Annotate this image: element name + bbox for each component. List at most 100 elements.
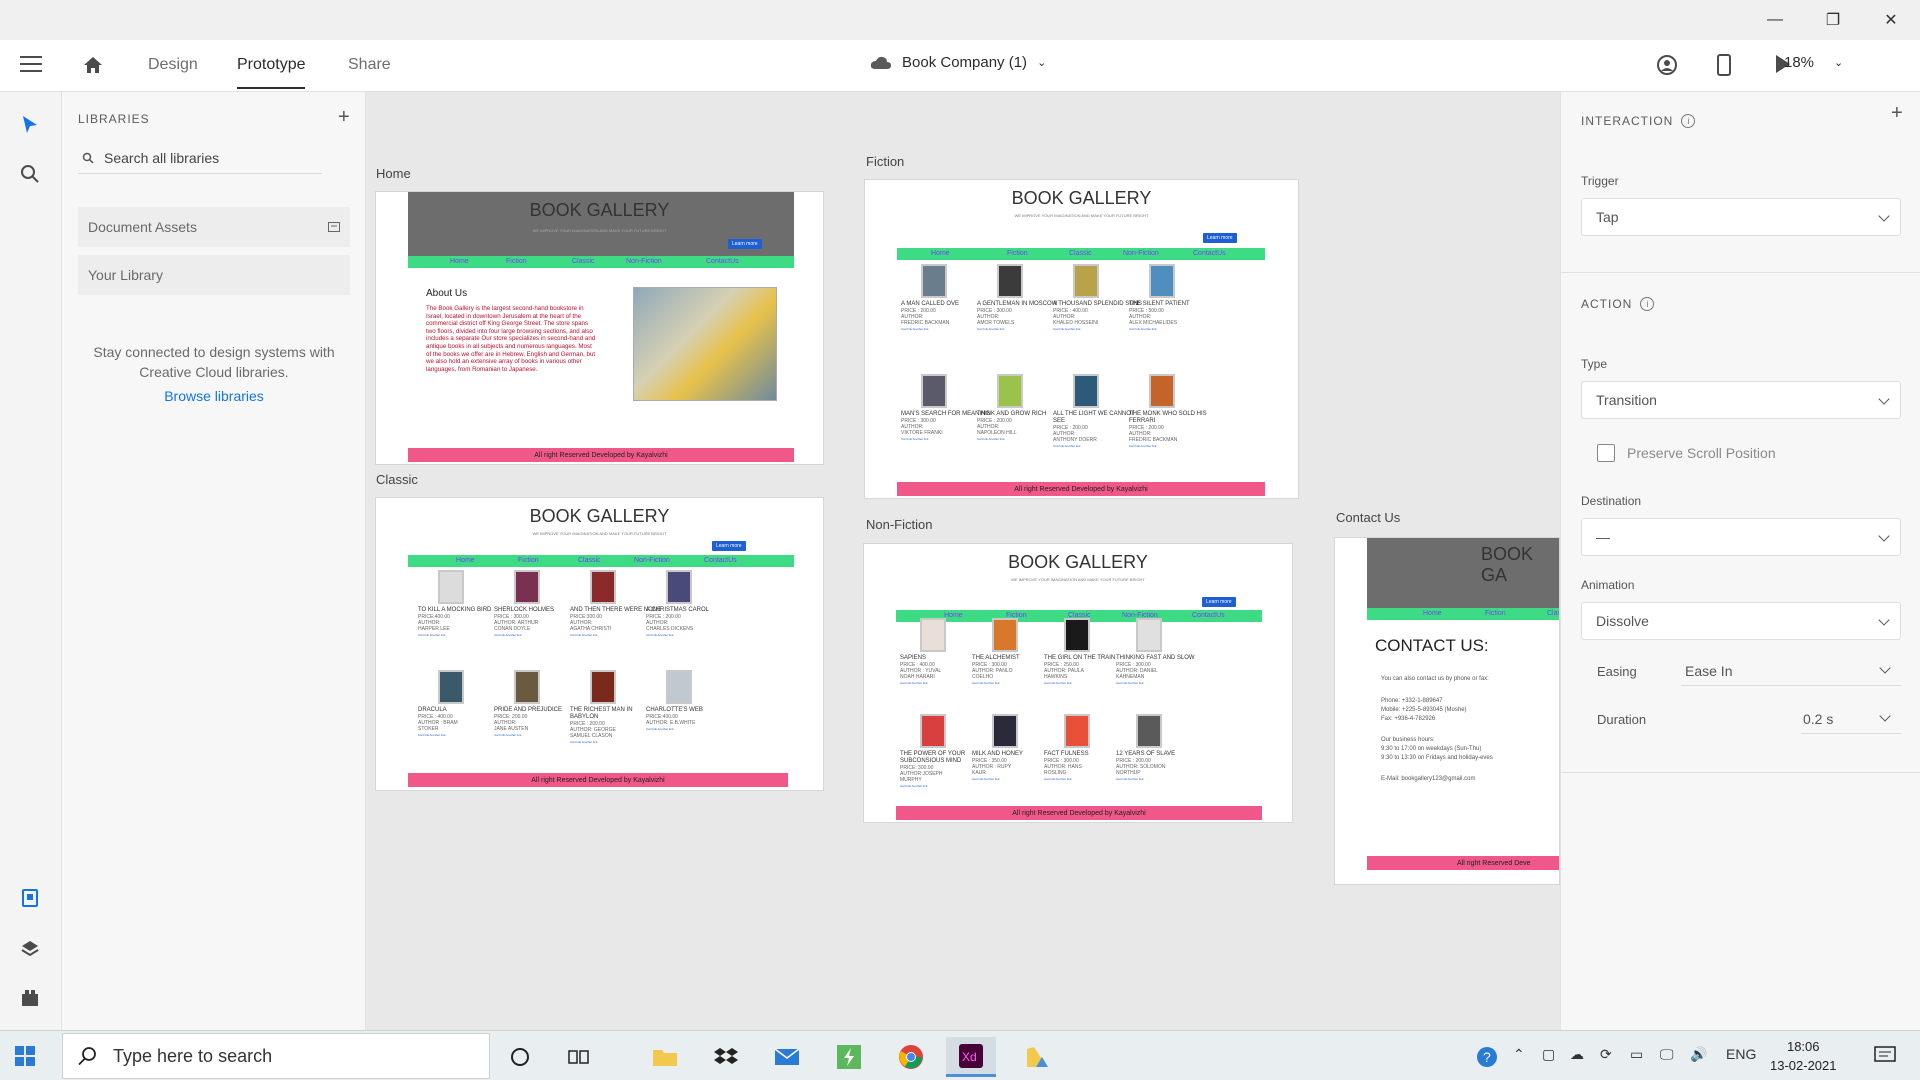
preserve-scroll-checkbox[interactable] — [1597, 444, 1615, 462]
nav-fiction[interactable]: Fiction — [1007, 250, 1028, 257]
home-icon[interactable] — [82, 54, 104, 76]
display-icon[interactable]: 🖵 — [1660, 1046, 1674, 1063]
artboard-fiction[interactable]: BOOK GALLERY WE IMPROVE YOUR IMAGINATION… — [864, 179, 1299, 499]
book-card[interactable]: THE MONK WHO SOLD HIS FERRARI PRICE : 200… — [1129, 374, 1221, 448]
cortana-icon[interactable] — [495, 1037, 545, 1077]
learn-more-button[interactable]: Learn more — [1203, 233, 1237, 243]
notifications-icon[interactable] — [1874, 1046, 1896, 1069]
windows-start-icon[interactable] — [14, 1045, 36, 1067]
adobe-xd-icon[interactable]: Xd — [946, 1037, 996, 1077]
artboard-label-contact[interactable]: Contact Us — [1336, 510, 1400, 525]
nav-home[interactable]: Home — [450, 258, 469, 265]
book-links[interactable]: Cart link Another link — [646, 633, 738, 637]
photos-icon[interactable] — [1012, 1037, 1062, 1077]
tab-design[interactable]: Design — [148, 56, 198, 74]
close-button[interactable]: ✕ — [1862, 0, 1920, 40]
add-interaction-button[interactable]: + — [1891, 102, 1903, 125]
layers-icon[interactable] — [20, 938, 40, 958]
restore-button[interactable]: ❐ — [1804, 0, 1862, 40]
book-links[interactable]: Cart link Another link — [646, 727, 738, 731]
add-library-button[interactable]: + — [338, 106, 350, 129]
minimize-button[interactable]: — — [1746, 0, 1804, 40]
book-card[interactable]: A CHRISTMAS CAROL PRICE : 200.00 AUTHOR: CH… — [646, 570, 738, 637]
book-links[interactable]: Cart link Another link — [1129, 327, 1221, 331]
artboard-home[interactable]: BOOK GALLERY WE IMPROVE YOUR IMAGINATION… — [375, 191, 824, 465]
plugins-icon[interactable] — [20, 988, 40, 1008]
artboard-label-fiction[interactable]: Fiction — [866, 154, 904, 169]
learn-more-button[interactable]: Learn more — [712, 541, 746, 551]
book-links[interactable]: Cart link Another link — [1129, 444, 1221, 448]
chevron-up-icon[interactable]: ⌃ — [1513, 1046, 1525, 1063]
cloud-icon[interactable]: ☁ — [1570, 1046, 1584, 1063]
document-title[interactable]: Book Company (1) ⌄ — [870, 54, 1046, 71]
nav-classic[interactable]: Classic — [572, 258, 595, 265]
artboard-classic[interactable]: BOOK GALLERY WE IMPROVE YOUR IMAGINATION… — [375, 497, 824, 791]
nav-contact[interactable]: ContactUs — [706, 258, 739, 265]
learn-more-button[interactable]: Learn more — [728, 239, 762, 249]
user-share-icon[interactable] — [1656, 54, 1678, 76]
nav-contact[interactable]: ContactUs — [1193, 250, 1226, 257]
menu-icon[interactable] — [20, 56, 42, 76]
battery-icon[interactable]: ▭ — [1630, 1046, 1643, 1063]
type-select[interactable]: Transition — [1581, 381, 1901, 419]
task-view-icon[interactable] — [554, 1037, 604, 1077]
info-icon[interactable]: i — [1640, 297, 1655, 311]
file-explorer-icon[interactable] — [640, 1037, 690, 1077]
learn-more-button[interactable]: Learn more — [1202, 597, 1236, 607]
app-green-icon[interactable] — [824, 1037, 874, 1077]
book-links[interactable]: Cart link Another link — [1116, 681, 1208, 685]
system-clock[interactable]: 18:06 13-02-2021 — [1770, 1037, 1837, 1075]
nav-home[interactable]: Home — [931, 250, 950, 257]
book-links[interactable]: Cart link Another link — [570, 740, 662, 744]
mail-icon[interactable] — [762, 1037, 812, 1077]
nav-home[interactable]: Home — [456, 557, 475, 564]
network-icon[interactable]: ▢ — [1542, 1046, 1555, 1063]
artboard-contact[interactable]: BOOK GA Home Fiction Classic CONTACT US:… — [1334, 537, 1560, 885]
artboard-label-home[interactable]: Home — [376, 166, 411, 181]
nav-contact[interactable]: ContactUs — [704, 557, 737, 564]
book-card[interactable]: CHARLOTTE'S WEB PRICE:400.00 AUTHOR: E.B.W… — [646, 670, 738, 731]
artboard-label-nonfiction[interactable]: Non-Fiction — [866, 517, 932, 532]
info-icon[interactable]: i — [1681, 114, 1696, 128]
animation-select[interactable]: Dissolve — [1581, 602, 1901, 640]
nav-fiction[interactable]: Fiction — [518, 557, 539, 564]
language-indicator[interactable]: ENG — [1726, 1046, 1756, 1062]
book-card[interactable]: THINKING FAST AND SLOW PRICE : 300.00 AUTH… — [1116, 618, 1208, 685]
library-item-your-library[interactable]: Your Library — [78, 255, 350, 295]
select-tool-icon[interactable] — [20, 114, 40, 136]
help-icon[interactable]: ? — [1476, 1046, 1500, 1071]
taskbar-search[interactable]: Type here to search — [62, 1033, 490, 1079]
search-icon[interactable] — [20, 164, 40, 184]
device-preview-icon[interactable] — [1716, 54, 1732, 76]
book-links[interactable]: Cart link Another link — [900, 784, 992, 788]
artboard-nonfiction[interactable]: BOOK GALLERY WE IMPROVE YOUR IMAGINATION… — [863, 543, 1293, 823]
chrome-icon[interactable] — [886, 1037, 936, 1077]
duration-input[interactable]: 0.2 s — [1801, 704, 1901, 734]
volume-icon[interactable]: 🔊 — [1690, 1046, 1707, 1063]
nav-classic[interactable]: Classic — [578, 557, 601, 564]
nav-classic[interactable]: Classic — [1069, 250, 1092, 257]
book-card[interactable]: THE SILENT PATIENT PRICE : 500.00 AUTHOR: A… — [1129, 264, 1221, 331]
tab-prototype[interactable]: Prototype — [237, 56, 306, 89]
nav-fiction[interactable]: Fiction — [506, 258, 527, 265]
libraries-icon[interactable] — [20, 888, 40, 908]
book-links[interactable]: Cart link Another link — [1116, 777, 1208, 781]
zoom-control[interactable]: 18% ⌄ — [1784, 54, 1843, 71]
easing-select[interactable]: Ease In — [1681, 656, 1901, 686]
design-canvas[interactable]: Home BOOK GALLERY WE IMPROVE YOUR IMAGIN… — [366, 92, 1560, 1030]
nav-nonfiction[interactable]: Non-Fiction — [1123, 250, 1159, 257]
nav-nonfiction[interactable]: Non-Fiction — [626, 258, 662, 265]
dropbox-icon[interactable] — [701, 1037, 751, 1077]
sync-icon[interactable]: ⟳ — [1600, 1046, 1612, 1063]
tab-share[interactable]: Share — [348, 56, 391, 74]
nav-nonfiction[interactable]: Non-Fiction — [634, 557, 670, 564]
library-search[interactable]: Search all libraries — [78, 142, 322, 174]
nav-fiction[interactable]: Fiction — [1485, 610, 1506, 617]
artboard-label-classic[interactable]: Classic — [376, 472, 418, 487]
nav-classic[interactable]: Classic — [1547, 610, 1559, 617]
browse-libraries-link[interactable]: Browse libraries — [78, 388, 350, 404]
nav-home[interactable]: Home — [1423, 610, 1442, 617]
destination-select[interactable]: — — [1581, 518, 1901, 556]
book-card[interactable]: 12 YEARS OF SLAVE PRICE : 200.00 AUTHOR: S… — [1116, 714, 1208, 781]
trigger-select[interactable]: Tap — [1581, 198, 1901, 236]
